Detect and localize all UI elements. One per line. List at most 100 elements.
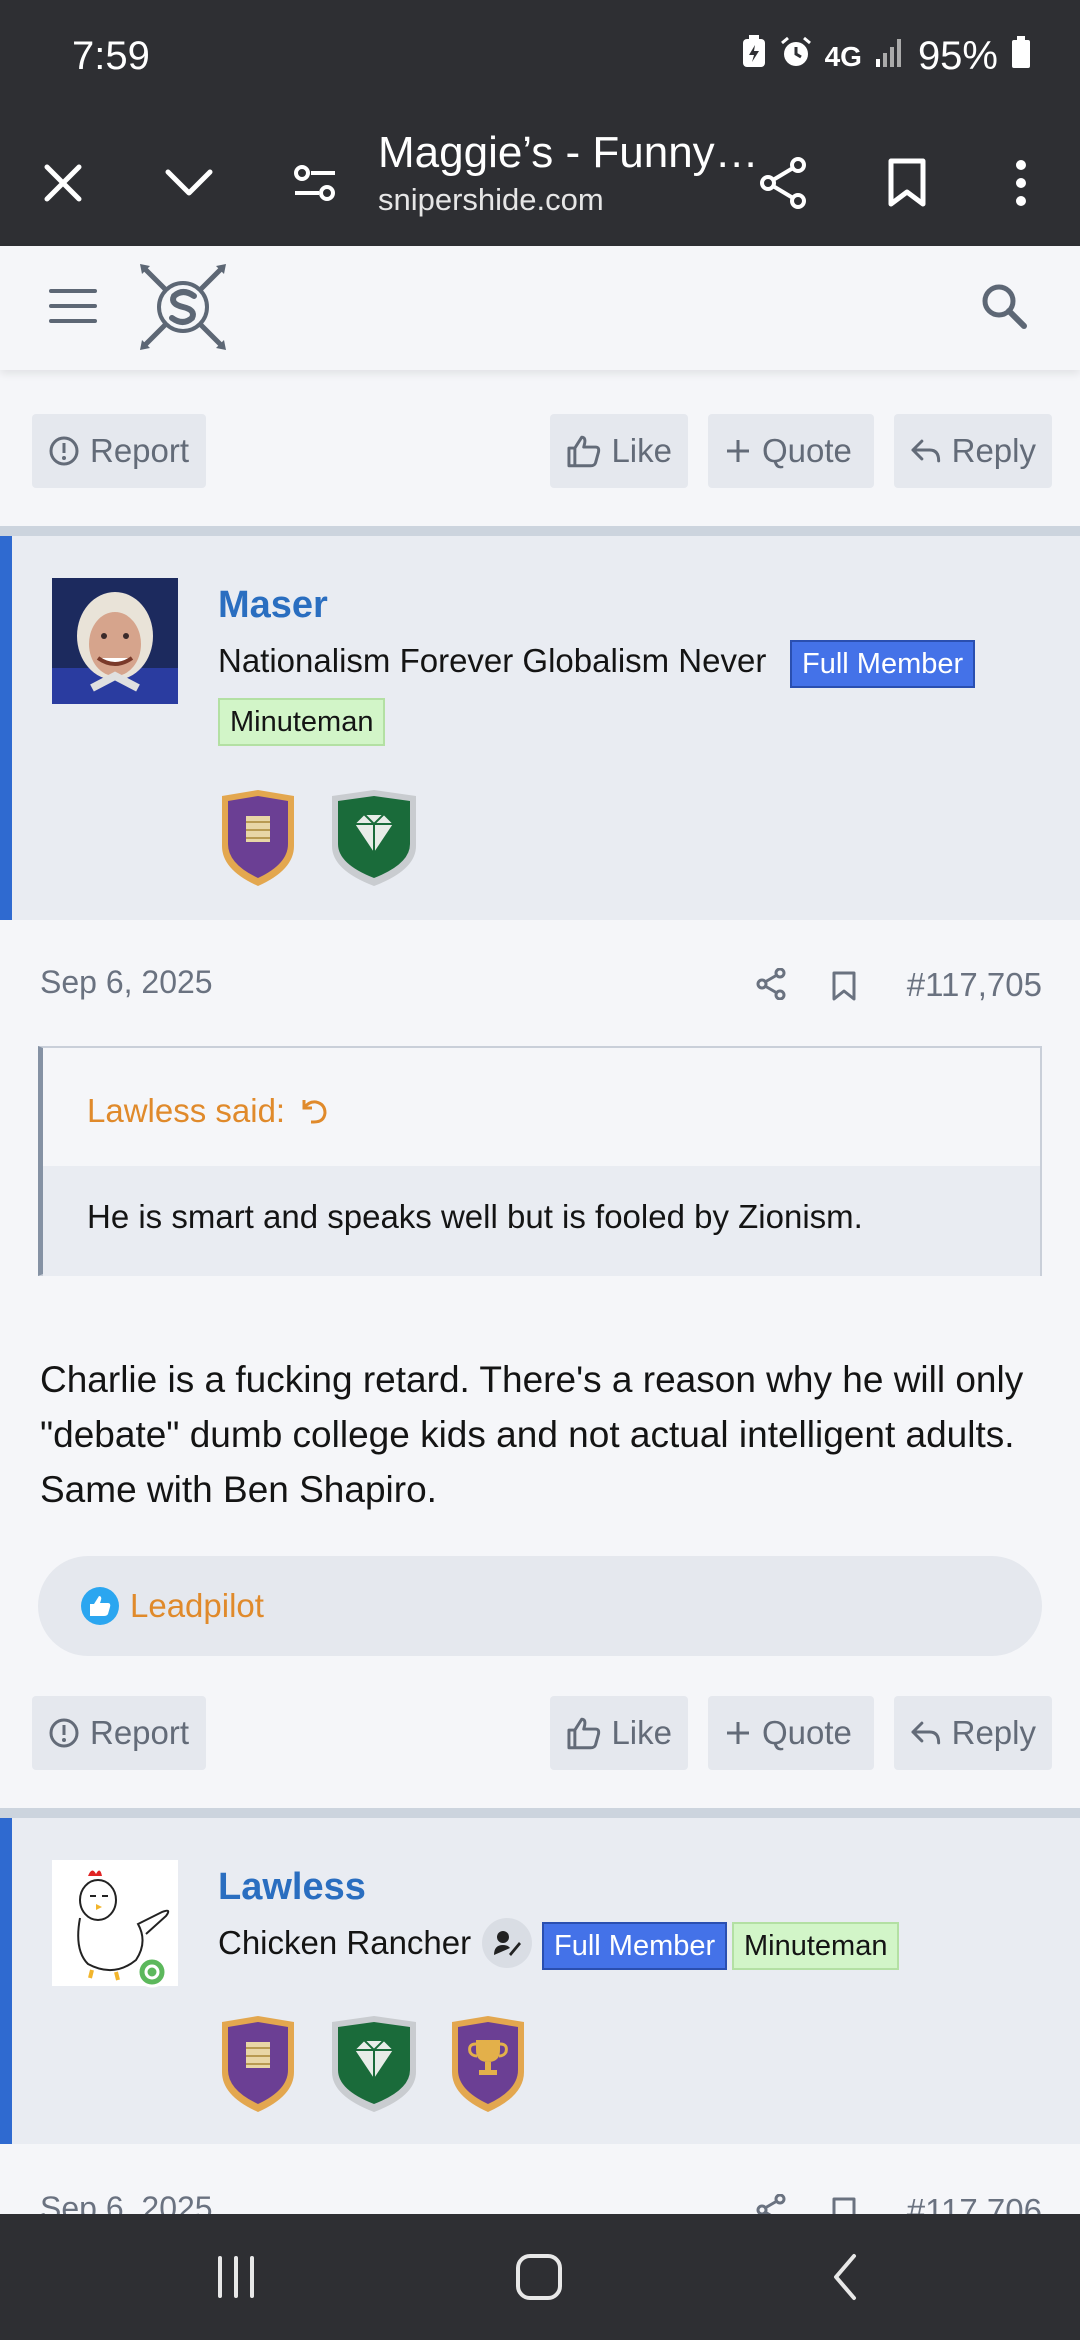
- go-to-quote-icon[interactable]: [299, 1096, 329, 1126]
- post-actions: Report Like Quote Reply: [0, 1696, 1080, 1770]
- alarm-icon: [779, 34, 813, 79]
- thumbs-up-icon: [567, 1717, 601, 1750]
- like-reaction-icon: [81, 1587, 119, 1625]
- reply-icon: [911, 1721, 941, 1745]
- tab-url[interactable]: snipershide.com: [378, 182, 604, 218]
- snipers-hide-logo-icon: [140, 264, 226, 350]
- thumbs-up-icon: [567, 435, 601, 468]
- avatar[interactable]: [52, 578, 178, 704]
- share-icon: [756, 967, 786, 1001]
- search-button[interactable]: [980, 282, 1028, 335]
- signal-icon: [874, 34, 906, 79]
- status-time: 7:59: [72, 34, 150, 78]
- quote-button[interactable]: Quote: [708, 414, 874, 488]
- post-number[interactable]: #117,705: [907, 966, 1042, 1004]
- alert-circle-icon: [49, 1718, 79, 1748]
- menu-button[interactable]: [48, 286, 98, 331]
- quote-block: Lawless said: He is smart and speaks wel…: [38, 1046, 1042, 1276]
- cup-trophy-icon[interactable]: [448, 2014, 528, 2114]
- trophy-shield-icon[interactable]: [218, 788, 298, 888]
- quote-label: Quote: [762, 432, 852, 469]
- chevron-down-icon: [165, 169, 213, 196]
- battery-saver-icon: [741, 34, 767, 79]
- share-button[interactable]: [738, 138, 828, 228]
- recent-apps-icon: [218, 2256, 254, 2298]
- like-button[interactable]: Like: [550, 1696, 688, 1770]
- report-button[interactable]: Report: [32, 414, 206, 488]
- quote-attribution[interactable]: Lawless said:: [87, 1092, 329, 1130]
- reply-label: Reply: [951, 1714, 1036, 1751]
- post-separator: [0, 526, 1080, 536]
- network-type: 4G: [824, 40, 862, 72]
- status-bar: 7:59 4G 95%: [0, 0, 1080, 120]
- battery-percent: 95%: [917, 34, 998, 78]
- status-icons: 4G 95%: [741, 34, 1032, 79]
- like-label: Like: [611, 1714, 672, 1751]
- user-title: Chicken Rancher: [218, 1924, 472, 1961]
- accent-bar: [0, 1818, 12, 2144]
- member-badge: Full Member: [790, 640, 976, 688]
- close-tab-button[interactable]: [18, 138, 108, 228]
- post-separator: [0, 1808, 1080, 1818]
- report-label: Report: [90, 1714, 190, 1751]
- reply-button[interactable]: Reply: [894, 414, 1052, 488]
- quote-text: He is smart and speaks well but is foole…: [87, 1198, 863, 1235]
- tune-icon: [294, 165, 335, 201]
- staff-icon: [482, 1918, 532, 1968]
- rank-badge: Minuteman: [218, 698, 386, 746]
- back-icon: [834, 2254, 856, 2300]
- report-button[interactable]: Report: [32, 1696, 206, 1770]
- site-settings-button[interactable]: [270, 138, 360, 228]
- trophy-shield-icon[interactable]: [218, 2014, 298, 2114]
- post-body-text: Charlie is a fucking retard. There's a r…: [40, 1359, 1024, 1510]
- plus-icon: [727, 440, 749, 462]
- system-nav-bar: [0, 2214, 1080, 2340]
- bookmark-post-button[interactable]: [830, 970, 858, 1007]
- reply-icon: [911, 439, 941, 463]
- hamburger-icon: [49, 289, 97, 323]
- plus-icon: [727, 1722, 749, 1744]
- recent-apps-button[interactable]: [206, 2252, 266, 2307]
- post-actions-previous: Report Like Quote Reply: [0, 414, 1080, 488]
- back-button[interactable]: [816, 2252, 876, 2307]
- quote-author[interactable]: Lawless said:: [87, 1092, 285, 1130]
- user-title: Nationalism Forever Globalism Never: [218, 642, 767, 679]
- post-date[interactable]: Sep 6, 2025: [40, 964, 213, 1001]
- search-icon: [982, 284, 1027, 329]
- username[interactable]: Maser: [218, 584, 328, 627]
- more-vert-icon: [1016, 160, 1026, 206]
- bookmark-button[interactable]: [862, 138, 952, 228]
- reply-label: Reply: [951, 432, 1036, 469]
- quote-body: He is smart and speaks well but is foole…: [43, 1166, 1040, 1276]
- reactions-bar[interactable]: Leadpilot: [38, 1556, 1042, 1656]
- alert-circle-icon: [49, 436, 79, 466]
- site-header: [0, 246, 1080, 370]
- more-options-button[interactable]: [976, 138, 1066, 228]
- post-user-block: Maser Nationalism Forever Globalism Neve…: [0, 536, 1080, 920]
- minimize-button[interactable]: [144, 138, 234, 228]
- home-icon: [516, 2254, 562, 2300]
- reply-button[interactable]: Reply: [894, 1696, 1052, 1770]
- quote-button[interactable]: Quote: [708, 1696, 874, 1770]
- accent-bar: [0, 536, 12, 920]
- tab-title[interactable]: Maggie’s - Funny…: [378, 128, 759, 178]
- battery-icon: [1010, 34, 1032, 79]
- like-button[interactable]: Like: [550, 414, 688, 488]
- report-label: Report: [90, 432, 190, 469]
- close-icon: [44, 164, 82, 202]
- rank-badge: Minuteman: [732, 1922, 900, 1970]
- site-logo[interactable]: [138, 262, 228, 357]
- home-button[interactable]: [510, 2252, 570, 2307]
- post-user-block: Lawless Chicken Rancher Full Member Minu…: [0, 1818, 1080, 2144]
- diamond-badge-icon[interactable]: [328, 788, 420, 888]
- share-post-button[interactable]: [756, 967, 786, 1005]
- username[interactable]: Lawless: [218, 1866, 366, 1909]
- reaction-user[interactable]: Leadpilot: [130, 1587, 264, 1625]
- avatar[interactable]: [52, 1860, 178, 1988]
- bookmark-icon: [888, 158, 926, 207]
- browser-toolbar: Maggie’s - Funny… snipershide.com: [0, 120, 1080, 246]
- diamond-badge-icon[interactable]: [328, 2014, 420, 2114]
- quote-label: Quote: [762, 1714, 852, 1751]
- bookmark-icon: [832, 971, 856, 1001]
- like-label: Like: [611, 432, 672, 469]
